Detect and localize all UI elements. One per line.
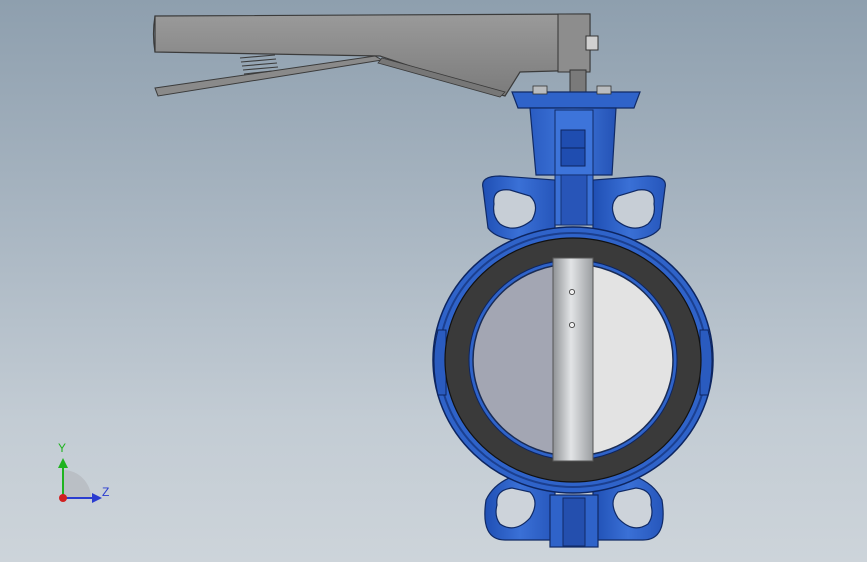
y-axis-label: Y bbox=[58, 441, 67, 455]
axis-triad[interactable]: Y Z bbox=[48, 440, 118, 510]
cad-viewport[interactable]: Y Z bbox=[0, 0, 867, 562]
z-axis-label: Z bbox=[102, 485, 110, 499]
valve-stem[interactable] bbox=[552, 257, 594, 462]
butterfly-valve-model[interactable] bbox=[0, 0, 867, 562]
lever-handle[interactable] bbox=[152, 13, 599, 98]
